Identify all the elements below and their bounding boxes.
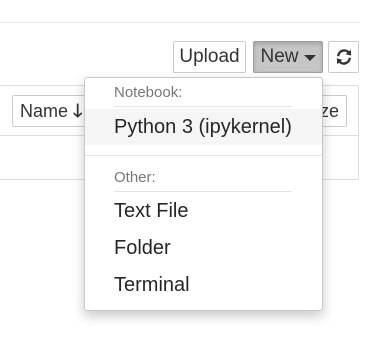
upload-button-label: Upload — [179, 46, 240, 67]
other-section-header: Other: — [114, 169, 156, 186]
menu-divider — [85, 155, 322, 156]
arrow-down-icon: 🡓 — [73, 101, 83, 121]
menu-item-terminal[interactable]: Terminal — [85, 267, 322, 303]
other-header-rule — [114, 191, 292, 192]
refresh-button[interactable] — [328, 41, 359, 73]
new-button[interactable]: New — [253, 41, 323, 73]
upload-button[interactable]: Upload — [173, 41, 246, 73]
menu-item-python3-kernel[interactable]: Python 3 (ipykernel) — [85, 109, 322, 145]
new-button-label: New — [260, 46, 299, 67]
refresh-icon — [336, 49, 351, 65]
notebook-tree-view: Upload New Name 🡓 ze Notebook: Python 3 … — [0, 0, 371, 345]
header-divider — [0, 22, 360, 23]
caret-down-icon — [303, 55, 316, 61]
sort-name-label: Name — [20, 101, 69, 121]
notebook-section-header: Notebook: — [114, 84, 183, 101]
new-dropdown-menu: Notebook: Python 3 (ipykernel) Other: Te… — [84, 77, 323, 311]
menu-item-folder[interactable]: Folder — [85, 230, 322, 266]
notebook-header-rule — [114, 106, 292, 107]
menu-item-text-file[interactable]: Text File — [85, 193, 322, 229]
